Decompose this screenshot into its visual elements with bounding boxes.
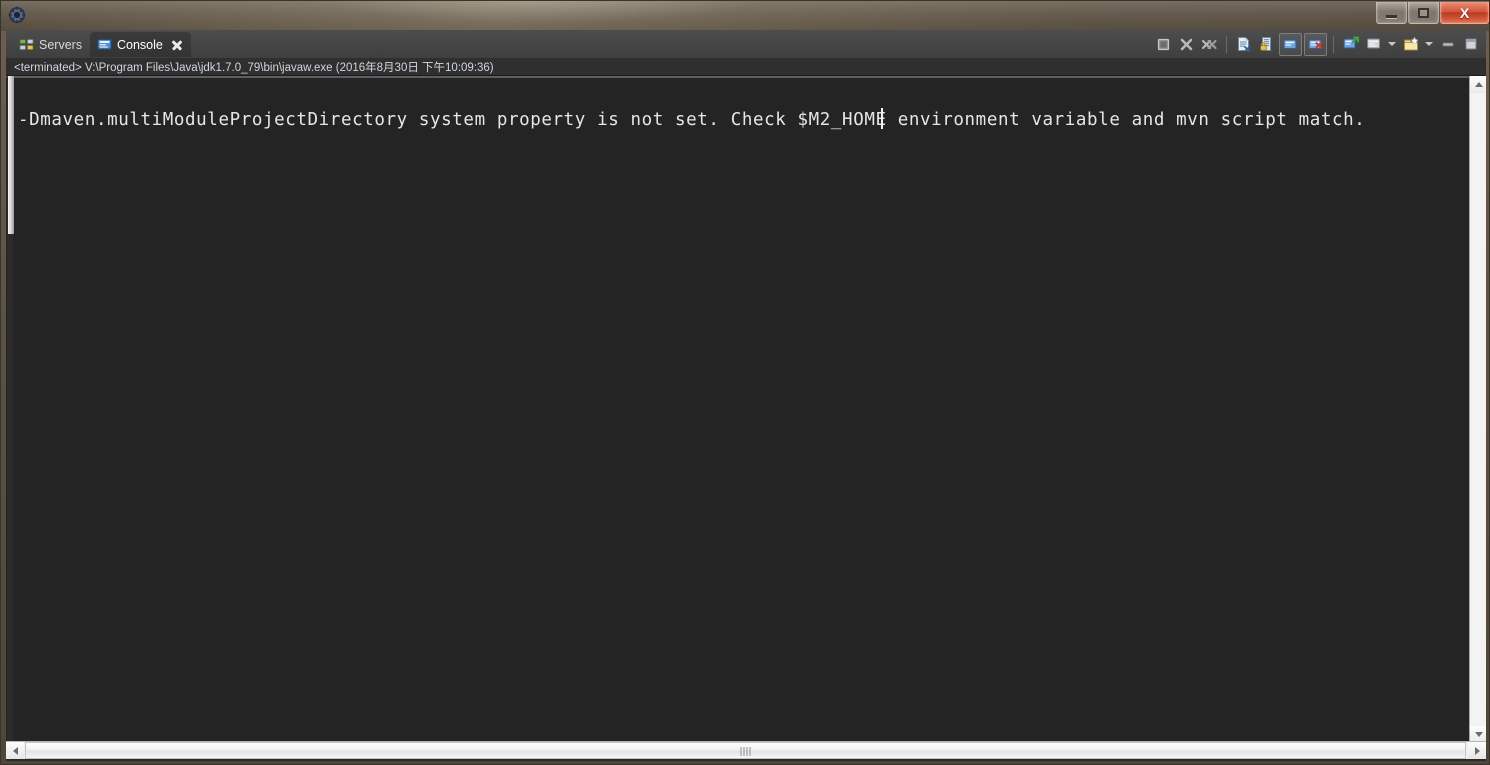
view-menu-button[interactable]: [1400, 34, 1421, 55]
console-top-divider: [6, 76, 1486, 78]
console-left-gutter: [7, 76, 14, 743]
open-console-button[interactable]: [1340, 34, 1361, 55]
window-maximize-button[interactable]: [1408, 2, 1439, 24]
console-process-header: <terminated> V:\Program Files\Java\jdk1.…: [6, 58, 1486, 76]
remove-all-terminated-button[interactable]: [1199, 34, 1220, 55]
remove-launch-button[interactable]: [1176, 34, 1197, 55]
new-console-view-icon: [1366, 38, 1380, 49]
text-caret: [881, 108, 883, 129]
tab-console[interactable]: Console: [90, 32, 191, 57]
pin-console-button[interactable]: [1279, 32, 1302, 56]
scroll-up-button[interactable]: [1470, 76, 1486, 93]
chevron-down-icon-2[interactable]: [1425, 42, 1433, 46]
chevron-down-icon[interactable]: [1388, 42, 1396, 46]
console-output-text: -Dmaven.multiModuleProjectDirectory syst…: [18, 110, 1366, 130]
tab-servers[interactable]: Servers: [12, 32, 90, 57]
toolbar-separator: [1226, 35, 1227, 53]
tab-servers-label: Servers: [39, 37, 83, 52]
eclipse-gear-icon: [8, 6, 26, 24]
view-menu-icon: [1403, 36, 1419, 51]
clear-console-icon: [1237, 37, 1250, 52]
console-left-scroll-thumb[interactable]: [8, 76, 14, 234]
minimize-view-icon: [1442, 42, 1453, 47]
window-minimize-button[interactable]: [1376, 2, 1407, 24]
window-close-button[interactable]: X: [1440, 2, 1489, 24]
title-bar: X: [1, 1, 1489, 30]
maximize-view-button[interactable]: [1460, 34, 1481, 55]
view-toolbar: [1152, 32, 1482, 56]
remove-all-x-icon: [1201, 39, 1217, 49]
triangle-right-icon: [1474, 746, 1480, 755]
clear-console-button[interactable]: [1233, 34, 1254, 55]
application-window: X Servers Console <terminated> V:\Progra…: [0, 0, 1490, 765]
toolbar-separator-2: [1333, 35, 1334, 53]
terminate-button[interactable]: [1153, 34, 1174, 55]
scroll-lock-button[interactable]: [1256, 34, 1277, 55]
minimize-view-button[interactable]: [1437, 34, 1458, 55]
scroll-left-button[interactable]: [6, 742, 24, 759]
horizontal-scroll-thumb[interactable]: [25, 742, 1466, 759]
display-console-icon: [1308, 39, 1322, 49]
scroll-right-button[interactable]: [1468, 742, 1486, 759]
scroll-lock-icon: [1259, 37, 1271, 51]
triangle-up-icon: [1474, 82, 1483, 87]
eclipse-workbench: Servers Console <terminated> V:\Program …: [6, 30, 1486, 761]
console-horizontal-scrollbar[interactable]: [6, 741, 1486, 759]
new-console-view-button[interactable]: [1363, 34, 1384, 55]
scroll-thumb-grip: [740, 747, 751, 756]
console-process-label: <terminated> V:\Program Files\Java\jdk1.…: [14, 62, 494, 74]
triangle-left-icon: [12, 746, 18, 755]
display-selected-console-button[interactable]: [1304, 32, 1327, 56]
console-output-area[interactable]: -Dmaven.multiModuleProjectDirectory syst…: [6, 76, 1486, 743]
close-icon[interactable]: [171, 39, 183, 51]
window-controls: X: [1375, 2, 1489, 24]
remove-x-icon: [1180, 38, 1193, 50]
maximize-view-icon: [1465, 38, 1476, 50]
servers-icon: [19, 37, 34, 52]
open-console-icon: [1343, 36, 1359, 49]
triangle-down-icon: [1474, 732, 1483, 737]
stop-square-icon: [1157, 38, 1170, 50]
console-vertical-scrollbar[interactable]: [1469, 76, 1486, 743]
minimize-icon: [1377, 2, 1406, 23]
maximize-icon: [1409, 2, 1438, 23]
view-tab-bar: Servers Console: [6, 30, 1486, 59]
close-icon: X: [1459, 4, 1470, 21]
pin-console-icon: [1283, 39, 1297, 49]
console-monitor-icon: [97, 37, 112, 52]
tab-console-label: Console: [117, 37, 163, 52]
